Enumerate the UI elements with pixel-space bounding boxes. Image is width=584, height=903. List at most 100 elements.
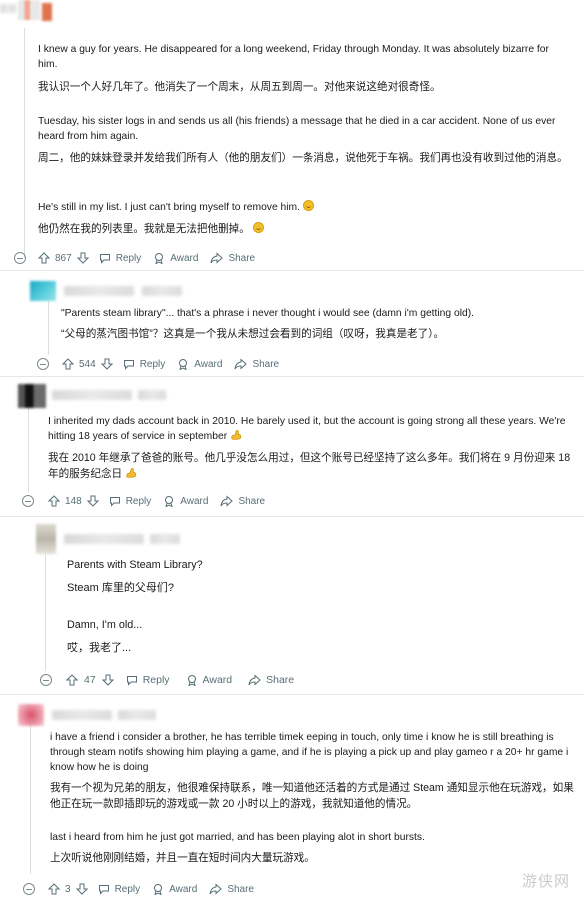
award-button[interactable]: Award (152, 883, 197, 895)
vote-count: 544 (79, 358, 96, 370)
upvote-icon[interactable] (38, 252, 50, 264)
thread-line (28, 402, 29, 492)
share-label: Share (227, 883, 254, 895)
action-bar: 148 Reply Award Share (48, 492, 265, 510)
username[interactable] (118, 710, 156, 720)
upvote-icon[interactable] (66, 674, 78, 686)
downvote-icon[interactable] (76, 252, 89, 264)
reply-icon (109, 497, 120, 507)
thread-line (45, 545, 46, 671)
award-button[interactable]: Award (153, 252, 198, 264)
award-label: Award (180, 495, 209, 507)
thread-line (48, 300, 49, 355)
reply-label: Reply (139, 358, 166, 370)
share-label: Share (238, 495, 266, 507)
comment-text-zh: “父母的蒸汽图书馆”？这真是一个我从未想过会看到的词组（叹呀，我真是老了）。 (61, 328, 445, 340)
award-icon (187, 675, 196, 686)
award-label: Award (170, 252, 199, 264)
reply-icon (123, 360, 134, 370)
share-label: Share (228, 252, 256, 264)
separator (0, 694, 584, 695)
award-button[interactable]: Award (163, 495, 208, 507)
award-icon (165, 496, 174, 507)
share-label: Share (252, 358, 280, 370)
share-button[interactable]: Share (209, 883, 254, 895)
username[interactable] (64, 534, 144, 544)
downvote-icon[interactable] (86, 495, 99, 507)
vote-count: 867 (55, 252, 72, 264)
downvote-icon[interactable] (100, 358, 113, 370)
share-button[interactable]: Share (248, 674, 294, 686)
comment-text-en-span: He's still in my list. I just can't brin… (38, 202, 300, 213)
collapse-icon[interactable] (37, 358, 49, 370)
award-icon (155, 253, 164, 264)
avatar[interactable] (30, 281, 56, 301)
comment-text-en: i have a friend i consider a brother, he… (50, 732, 569, 773)
reply-button[interactable]: Reply (109, 495, 151, 507)
comment-text-en: last i heard from him he just got marrie… (50, 832, 425, 843)
collapse-icon[interactable] (22, 495, 34, 507)
award-button[interactable]: Award (177, 358, 222, 370)
username[interactable] (0, 4, 16, 13)
upvote-icon[interactable] (48, 883, 60, 895)
collapse-icon[interactable] (23, 883, 35, 895)
username[interactable] (138, 390, 166, 400)
award-label: Award (169, 883, 198, 895)
vote-count: 47 (84, 674, 96, 686)
reply-label: Reply (142, 674, 170, 686)
reply-button[interactable]: Reply (123, 358, 166, 370)
comment-text-en-span: I inherited my dads account back in 2010… (48, 416, 566, 442)
share-icon (209, 883, 223, 895)
username[interactable] (64, 286, 134, 296)
username[interactable] (52, 710, 112, 720)
comment-text-zh: 周二，他的妹妹登录并发给我们所有人（他的朋友们）一条消息，说他死于车祸。我们再也… (38, 152, 568, 164)
reply-button[interactable]: Reply (126, 674, 170, 686)
watermark: 游侠网 (521, 872, 570, 890)
share-icon (234, 358, 248, 370)
comment-text-zh: 他仍然在我的列表里。我就是无法把他删掉。 (38, 221, 568, 237)
comment-text-zh: 我认识一个人好几年了。他消失了一个周末，从周五到周一。对他来说这绝对很奇怪。 (38, 81, 441, 93)
comment-text-en: Damn, I'm old... (67, 619, 143, 631)
upvote-icon[interactable] (48, 495, 60, 507)
downvote-icon[interactable] (75, 883, 88, 895)
share-button[interactable]: Share (210, 252, 255, 264)
avatar[interactable] (18, 384, 46, 408)
flexed-arm-emoji-icon (231, 430, 242, 440)
comment-text-zh: 哎，我老了... (67, 642, 132, 654)
collapse-icon[interactable] (14, 252, 26, 264)
smile-emoji-icon (302, 200, 314, 211)
avatar[interactable] (18, 0, 40, 20)
comment-text-en: He's still in my list. I just can't brin… (38, 200, 568, 215)
reply-icon (99, 254, 110, 264)
reply-button[interactable]: Reply (98, 883, 140, 895)
award-label: Award (194, 358, 223, 370)
action-bar: 3 Reply Award Share (48, 880, 254, 898)
upvote-icon[interactable] (62, 358, 74, 370)
share-button[interactable]: Share (220, 495, 265, 507)
share-icon (210, 252, 224, 264)
vote-count: 3 (65, 883, 71, 895)
award-icon (179, 359, 188, 370)
downvote-icon[interactable] (101, 674, 114, 686)
action-bar: 867 Reply Award Share (38, 249, 255, 267)
username[interactable] (142, 286, 182, 296)
avatar[interactable] (36, 524, 56, 554)
share-button[interactable]: Share (234, 358, 279, 370)
award-button[interactable]: Award (186, 674, 232, 686)
username[interactable] (52, 390, 132, 400)
thread-line (30, 722, 31, 874)
avatar[interactable] (18, 704, 44, 726)
comment-text-en: Tuesday, his sister logs in and sends us… (38, 116, 556, 142)
award-icon (154, 884, 163, 895)
comment-text-zh: 上次听说他刚刚结婚，并且一直在短时间内大量玩游戏。 (50, 852, 315, 864)
reply-button[interactable]: Reply (99, 252, 141, 264)
username[interactable] (150, 534, 180, 544)
reply-icon (126, 676, 137, 686)
collapse-icon[interactable] (40, 674, 52, 686)
smile-emoji-icon (252, 222, 264, 233)
separator (0, 376, 584, 377)
avatar[interactable] (42, 3, 52, 21)
separator (0, 516, 584, 517)
comment-text-en: I knew a guy for years. He disappeared f… (38, 44, 549, 70)
share-label: Share (266, 674, 295, 686)
